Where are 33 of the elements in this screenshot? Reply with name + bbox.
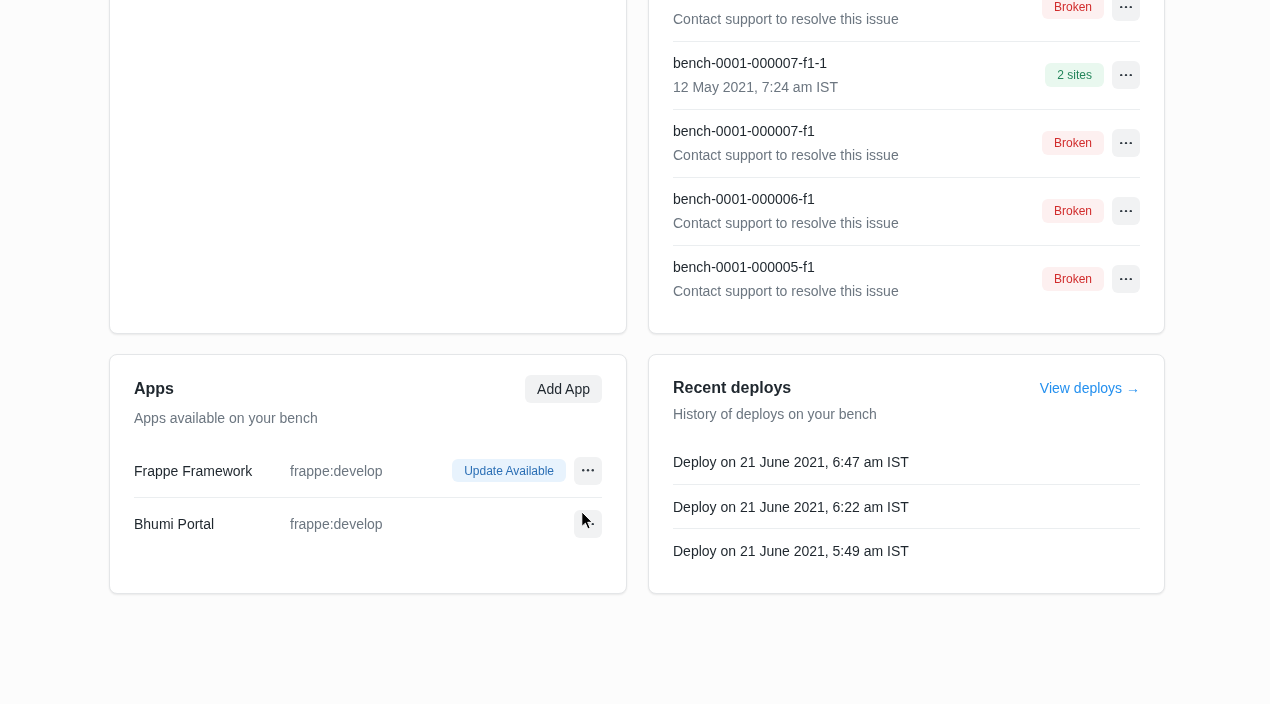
card-title: Recent deploys (673, 378, 792, 398)
bench-name[interactable]: bench-0001-000007-f1-1 (673, 53, 838, 73)
bench-name[interactable]: bench-0001-000007-f1 (673, 121, 899, 141)
bench-subtitle: Contact support to resolve this issue (673, 146, 899, 165)
add-app-button[interactable]: Add App (525, 375, 602, 403)
app-name: Bhumi Portal (134, 516, 216, 532)
ellipsis-icon (1120, 277, 1132, 281)
status-badge: 2 sites (1045, 63, 1104, 87)
card-subtitle: Apps available on your bench (134, 409, 319, 428)
status-badge: Broken (1041, 131, 1104, 155)
deploy-item[interactable]: Deploy on 21 June 2021, 6:47 am IST (673, 454, 909, 470)
bench-name[interactable]: bench-0001-000006-f1 (673, 189, 899, 209)
ellipsis-icon (1120, 5, 1132, 9)
status-badge: Broken (1041, 267, 1104, 291)
bench-name[interactable]: bench-0001-000005-f1 (673, 257, 899, 277)
ellipsis-icon (582, 469, 594, 472)
card-subtitle: History of deploys on your bench (673, 405, 878, 424)
bench-subtitle: Contact support to resolve this issue (673, 214, 899, 233)
status-badge: Broken (1041, 199, 1104, 223)
ellipsis-icon (1120, 209, 1132, 213)
bench-subtitle: Contact support to resolve this issue (673, 282, 899, 301)
app-branch: frappe:develop (290, 462, 383, 479)
bench-subtitle: 12 May 2021, 7:24 am IST (673, 78, 838, 97)
card-title: Apps (134, 379, 174, 399)
status-badge: Broken (1041, 0, 1104, 19)
bench-subtitle: Contact support to resolve this issue (673, 10, 899, 29)
ellipsis-icon (1120, 73, 1132, 77)
app-branch: frappe:develop (290, 516, 383, 532)
deploy-item[interactable]: Deploy on 21 June 2021, 5:49 am IST (673, 542, 909, 559)
update-badge: Update Available (452, 459, 566, 482)
ellipsis-icon (1120, 141, 1132, 145)
deploy-item[interactable]: Deploy on 21 June 2021, 6:22 am IST (673, 498, 909, 515)
app-name: Frappe Framework (134, 462, 254, 479)
